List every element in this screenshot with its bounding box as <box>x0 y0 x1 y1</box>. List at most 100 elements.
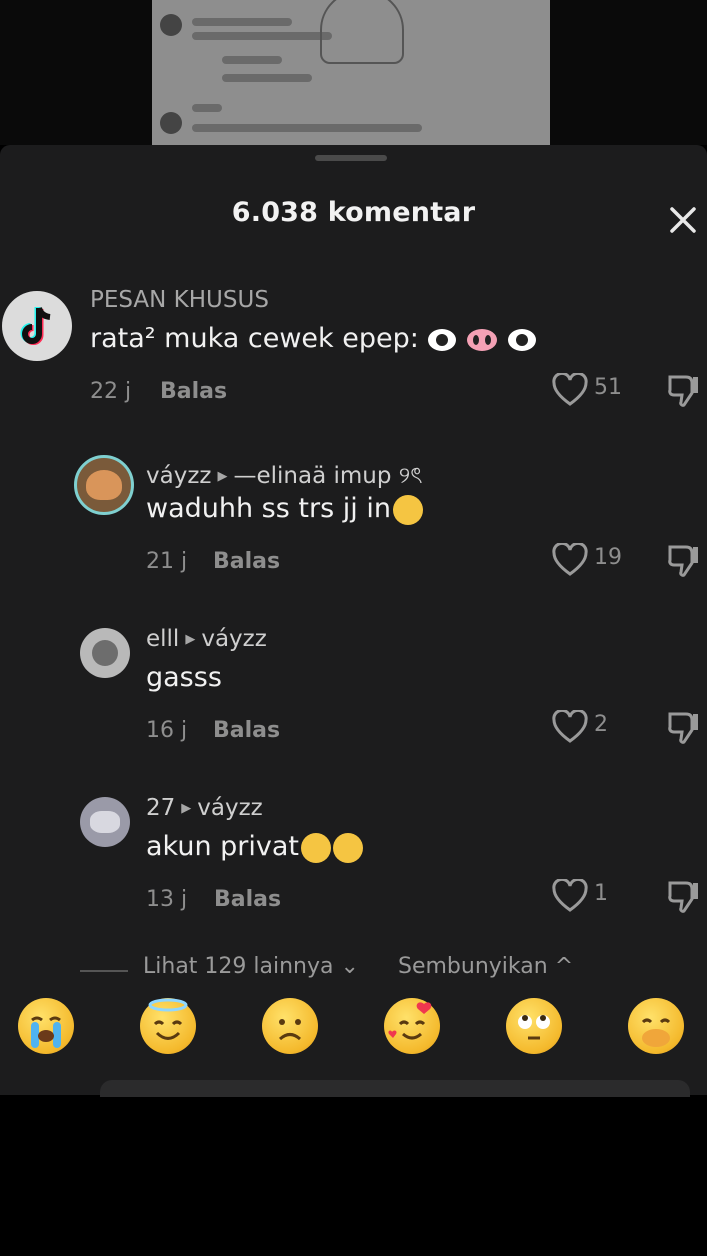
reply-item: elll ▶ váyzz gasss 16 j Balas 2 <box>0 624 707 754</box>
like-button[interactable]: 19 <box>552 541 652 579</box>
view-more-replies-button[interactable]: Lihat 129 lainnya ⌄ <box>143 954 359 979</box>
thumbs-down-icon <box>668 375 698 407</box>
reply-target[interactable]: —elinaä imup ୨ৎ <box>233 463 422 489</box>
heart-icon <box>552 708 588 743</box>
hide-replies-button[interactable]: Sembunyikan ^ <box>398 954 573 979</box>
reply-button[interactable]: Balas <box>214 887 281 912</box>
like-count: 51 <box>594 375 622 400</box>
avatar-image <box>92 640 118 666</box>
drag-handle[interactable] <box>315 155 387 161</box>
reply-username: váyzz ▶ —elinaä imup ୨ৎ <box>146 457 423 496</box>
video-thumbnail[interactable] <box>152 0 550 145</box>
close-button[interactable] <box>664 201 702 239</box>
close-icon <box>670 207 696 233</box>
thumbnail-text-line <box>192 124 422 132</box>
reply-username: 27 ▶ váyzz <box>146 795 263 821</box>
user-avatar[interactable] <box>80 628 130 678</box>
comment-item: PESAN KHUSUS rata² muka cewek epep: 22 j… <box>0 285 707 415</box>
rolling-eyes-emoji-icon[interactable] <box>506 998 562 1054</box>
avatar-image <box>86 470 122 500</box>
cat-smile-emoji-icon <box>301 832 332 863</box>
frowning-emoji-icon[interactable] <box>262 998 318 1054</box>
thumbs-down-icon <box>668 881 698 913</box>
reply-author[interactable]: elll <box>146 626 179 652</box>
chevron-down-icon: ⌄ <box>340 954 359 979</box>
comment-text: rata² muka cewek epep: <box>90 323 537 354</box>
thumbnail-avatar <box>160 14 182 36</box>
loudly-crying-emoji-icon[interactable] <box>18 998 74 1054</box>
reply-item: váyzz ▶ —elinaä imup ୨ৎ waduhh ss trs jj i… <box>0 455 707 585</box>
like-button[interactable]: 1 <box>552 877 652 915</box>
hand-over-mouth-face <box>641 1018 671 1047</box>
heart-icon <box>552 877 588 912</box>
tiktok-logo-avatar[interactable] <box>2 291 72 361</box>
like-count: 19 <box>594 545 622 570</box>
dislike-button[interactable] <box>666 373 700 409</box>
reply-arrow-icon: ▶ <box>185 632 196 647</box>
video-preview-area[interactable] <box>0 0 707 145</box>
reply-author[interactable]: 27 <box>146 795 175 821</box>
thumbnail-avatar <box>160 112 182 134</box>
bottom-blank-area <box>0 1097 707 1256</box>
pig-nose-emoji-icon <box>467 328 498 351</box>
reply-target[interactable]: váyzz <box>201 626 266 652</box>
reply-target[interactable]: váyzz <box>197 795 262 821</box>
halo-emoji-icon[interactable] <box>140 998 196 1054</box>
chevron-up-icon: ^ <box>554 954 574 979</box>
emoji-quick-bar <box>0 990 707 1060</box>
comment-count-title: 6.038 komentar <box>231 197 476 228</box>
thumbnail-text-line <box>192 32 332 40</box>
reply-author[interactable]: váyzz <box>146 463 211 489</box>
comment-text-content: rata² muka cewek epep: <box>90 323 419 354</box>
heart-icon <box>552 371 588 406</box>
reply-button[interactable]: Balas <box>160 379 227 404</box>
eyes-emoji-icon <box>428 328 457 351</box>
smiling-hearts-face <box>388 1002 432 1040</box>
tiktok-logo-icon <box>20 307 51 345</box>
thumbnail-text-line <box>192 18 292 26</box>
loudly-crying-face <box>31 1016 61 1048</box>
reply-arrow-icon: ▶ <box>181 801 192 816</box>
rolling-eyes-face <box>518 1015 550 1040</box>
hide-label: Sembunyikan <box>398 954 548 979</box>
shushing-emoji-icon <box>392 494 423 525</box>
comment-username[interactable]: PESAN KHUSUS <box>90 287 269 313</box>
like-count: 1 <box>594 881 608 906</box>
smiling-hearts-emoji-icon[interactable] <box>384 998 440 1054</box>
thumbnail-text-line <box>222 56 282 64</box>
reply-button[interactable]: Balas <box>213 549 280 574</box>
thumbs-down-icon <box>668 712 698 744</box>
dislike-button[interactable] <box>666 543 700 579</box>
dislike-button[interactable] <box>666 710 700 746</box>
thumbnail-text-line <box>192 104 222 112</box>
comment-text-content: akun privat <box>146 831 300 862</box>
like-count: 2 <box>594 712 608 737</box>
comment-time: 13 j <box>146 887 188 912</box>
comment-text: waduhh ss trs jj in <box>146 493 423 525</box>
reply-item: 27 ▶ váyzz akun privat 13 j Balas 1 <box>0 793 707 923</box>
hand-over-mouth-emoji-icon[interactable] <box>628 998 684 1054</box>
user-avatar[interactable] <box>74 455 134 515</box>
thumbnail-figure <box>320 0 404 64</box>
like-button[interactable]: 51 <box>552 371 652 409</box>
comment-text: gasss <box>146 662 222 693</box>
eyes-emoji-icon <box>507 328 536 351</box>
cat-smile-emoji-icon <box>333 832 364 863</box>
reply-button[interactable]: Balas <box>213 718 280 743</box>
comment-text: akun privat <box>146 831 364 863</box>
reply-username: elll ▶ váyzz <box>146 626 267 652</box>
like-button[interactable]: 2 <box>552 708 652 746</box>
divider <box>80 970 128 972</box>
thumbs-down-icon <box>668 545 698 577</box>
comment-text-content: waduhh ss trs jj in <box>146 493 391 524</box>
thumbnail-text-line <box>222 74 312 82</box>
thread-controls: Lihat 129 lainnya ⌄ Sembunyikan ^ <box>0 950 707 980</box>
view-more-label: Lihat 129 lainnya <box>143 954 334 979</box>
comment-time: 21 j <box>146 549 188 574</box>
frowning-face <box>278 1019 302 1041</box>
user-avatar[interactable] <box>80 797 130 847</box>
comment-time: 16 j <box>146 718 188 743</box>
dislike-button[interactable] <box>666 879 700 915</box>
heart-icon <box>552 541 588 576</box>
reply-arrow-icon: ▶ <box>217 469 228 484</box>
